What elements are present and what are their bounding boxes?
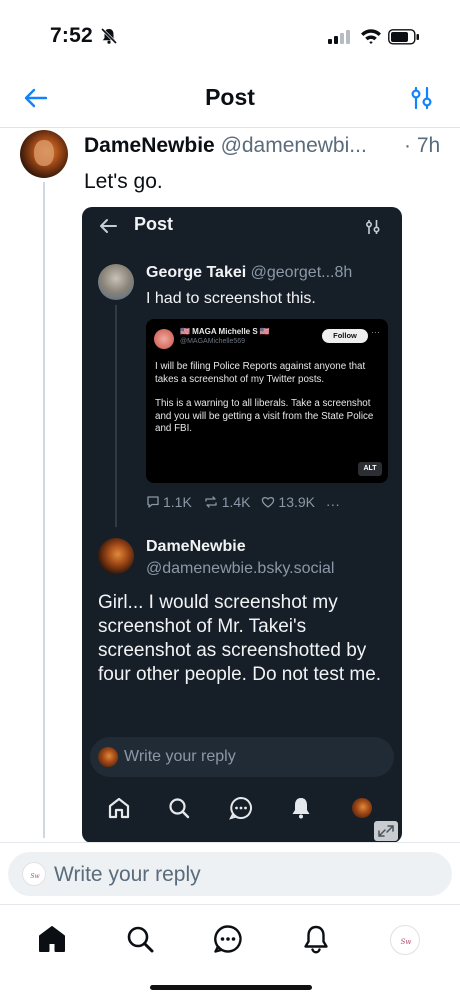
embed-composer-placeholder: Write your reply — [124, 748, 236, 765]
thread-line — [43, 182, 45, 838]
reply-author-name: DameNewbie — [146, 538, 246, 555]
tweet-avatar — [154, 329, 174, 349]
tweet-follow-button: Follow — [322, 329, 368, 343]
composer-avatar: Sw — [22, 862, 46, 886]
embed-search-icon — [166, 795, 192, 821]
home-indicator — [150, 985, 312, 990]
svg-text:Sw: Sw — [401, 938, 412, 946]
bell-off-icon — [100, 27, 118, 45]
reply-text: Girl... I would screenshot my screenshot… — [98, 592, 382, 685]
author-name[interactable]: DameNewbie — [84, 134, 215, 157]
tweet-author-name: 🇺🇸 MAGA Michelle S 🇺🇸 — [180, 327, 270, 336]
post-author-row[interactable]: DameNewbie @damenewbi... — [84, 134, 444, 158]
quoted-author-row: George Takei @georget...8h — [146, 264, 352, 282]
status-bar: 7:52 — [0, 0, 460, 70]
svg-text:Sw: Sw — [30, 873, 40, 880]
heart-icon — [262, 497, 275, 508]
repost-count: 1.4K — [203, 494, 251, 510]
embed-home-icon — [106, 795, 132, 821]
search-icon[interactable] — [124, 923, 156, 955]
divider — [0, 842, 460, 843]
nested-tweet-screenshot: 🇺🇸 MAGA Michelle S 🇺🇸 @MAGAMichelle569 F… — [146, 319, 388, 483]
like-count: 13.9K — [261, 494, 315, 510]
author-handle[interactable]: @damenewbi... — [221, 134, 367, 157]
quoted-post-time: 8h — [334, 264, 353, 281]
bottom-nav: Sw — [0, 905, 460, 975]
composer-placeholder[interactable]: Write your reply — [54, 863, 201, 887]
post-text: Let's go. — [84, 170, 163, 193]
reply-composer[interactable]: Sw Write your reply — [8, 852, 452, 896]
signal-icon — [328, 30, 350, 44]
expand-image-icon[interactable] — [374, 821, 398, 841]
tweet-paragraph: I will be filing Police Reports against … — [155, 361, 366, 385]
embed-bell-icon — [288, 795, 314, 821]
quoted-author-avatar — [98, 264, 134, 300]
reply-author-avatar — [98, 538, 134, 574]
thread-settings-icon[interactable] — [408, 84, 436, 112]
embed-bottom-nav — [82, 785, 402, 833]
alt-badge: ALT — [358, 462, 382, 476]
author-avatar[interactable] — [20, 130, 68, 178]
battery-icon — [388, 29, 419, 45]
tweet-more-icon: ··· — [371, 327, 380, 337]
embed-profile-avatar — [352, 798, 372, 818]
quoted-post-text: I had to screenshot this. — [146, 290, 316, 307]
tweet-body: I will be filing Police Reports against … — [155, 361, 381, 448]
chat-icon[interactable] — [212, 923, 244, 955]
embed-header: Post — [82, 207, 402, 245]
reply-count: 1.1K — [146, 494, 192, 510]
page-title: Post — [205, 84, 255, 110]
quoted-author-name: George Takei — [146, 264, 247, 281]
embed-reply-composer: Write your reply — [90, 737, 394, 777]
embed-composer-avatar — [98, 747, 118, 767]
repost-icon — [205, 496, 217, 508]
tweet-paragraph: This is a warning to all liberals. Take … — [155, 398, 374, 434]
quoted-author-handle: @georget... — [250, 264, 335, 281]
embed-thread-line — [115, 305, 117, 527]
profile-avatar[interactable]: Sw — [390, 925, 420, 955]
wifi-icon — [361, 29, 381, 44]
reply-author-handle: @damenewbie.bsky.social — [146, 560, 335, 577]
quoted-post-stats: 1.1K 1.4K 13.9K ··· — [146, 494, 396, 512]
tweet-author-handle: @MAGAMichelle569 — [180, 338, 246, 345]
post-time: · 7h — [404, 134, 441, 157]
embed-settings-icon — [365, 220, 380, 234]
bell-icon[interactable] — [300, 923, 332, 955]
embedded-screenshot-image[interactable]: Post George Takei @georget...8h I had to… — [82, 207, 402, 843]
reply-icon — [147, 496, 159, 508]
embed-back-arrow-icon — [100, 219, 117, 233]
top-bar: Post — [0, 72, 460, 128]
more-icon: ··· — [325, 496, 340, 512]
status-time: 7:52 — [50, 24, 93, 47]
home-icon[interactable] — [36, 923, 68, 955]
embed-chat-icon — [228, 795, 254, 821]
embed-title: Post — [134, 214, 174, 234]
